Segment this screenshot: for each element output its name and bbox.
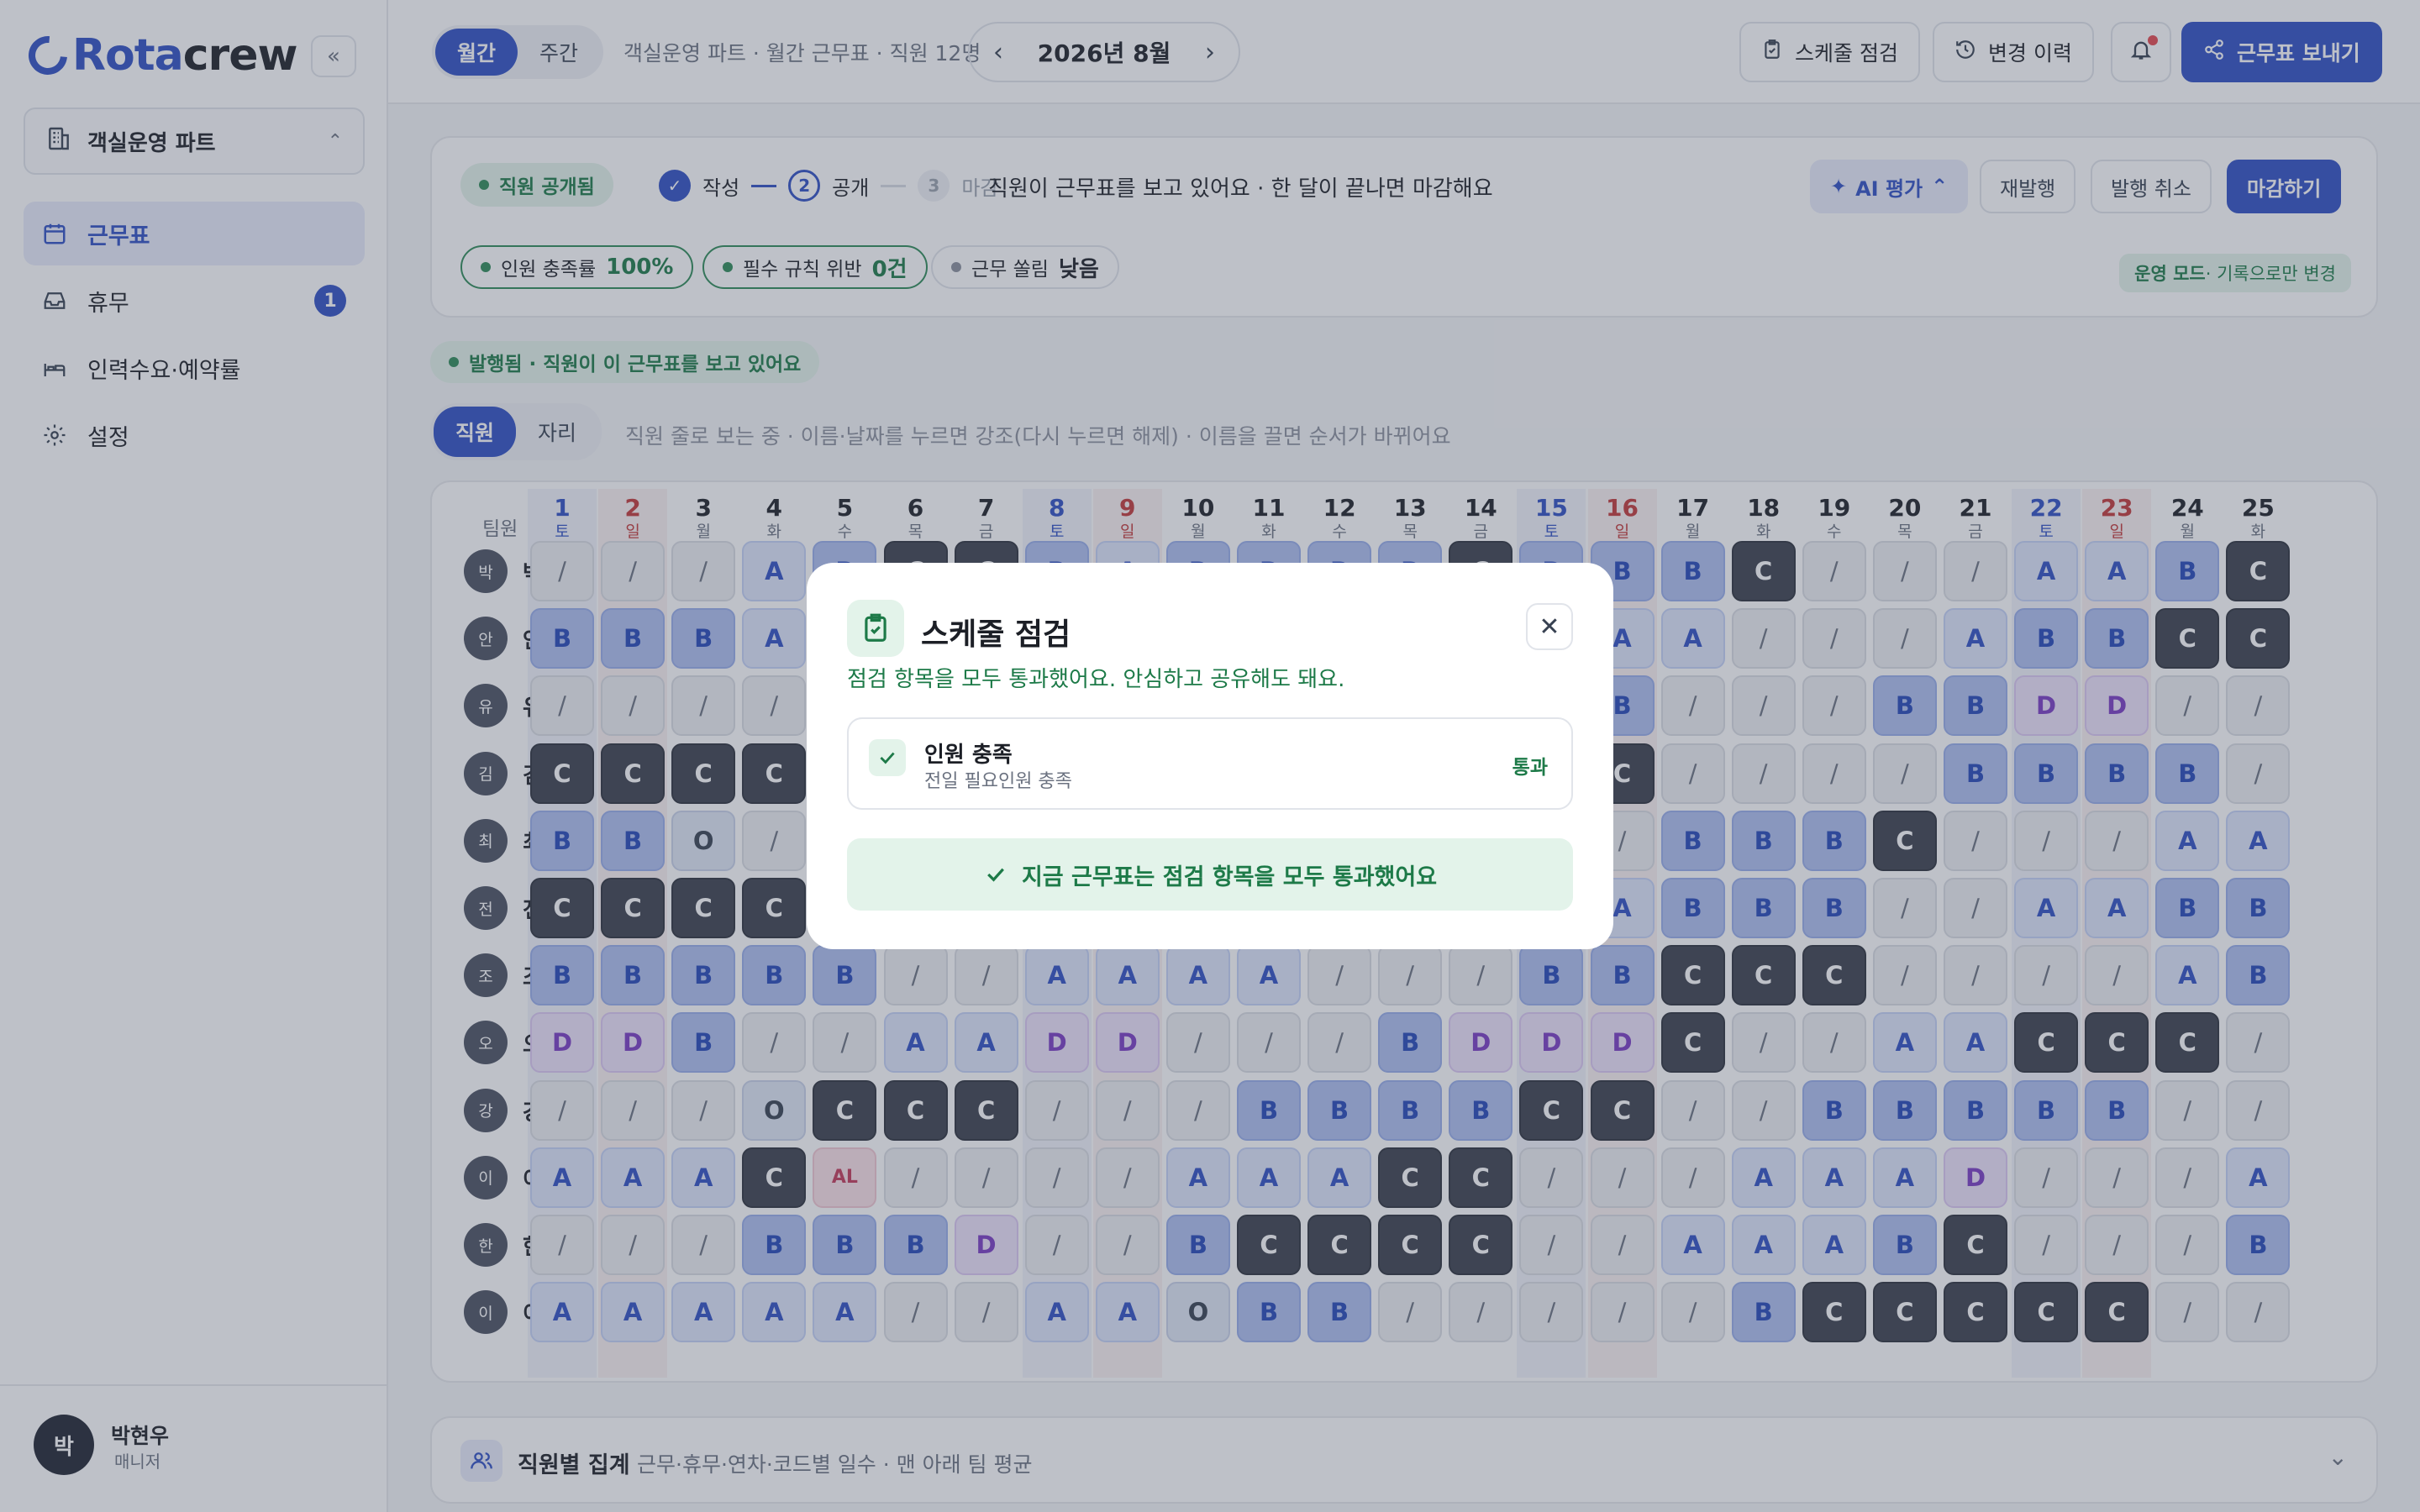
check-item-staffing: 인원 충족 전일 필요인원 충족 통과 bbox=[847, 717, 1573, 810]
check-icon bbox=[987, 868, 1004, 882]
check-item-title: 인원 충족 bbox=[924, 743, 1013, 768]
close-icon: ✕ bbox=[1539, 612, 1560, 642]
check-icon bbox=[869, 739, 906, 776]
close-modal-button[interactable]: ✕ bbox=[1526, 603, 1573, 650]
all-passed-banner: 지금 근무표는 점검 항목을 모두 통과했어요 bbox=[847, 838, 1573, 911]
check-item-status: 통과 bbox=[1512, 757, 1548, 779]
modal-title: 스케줄 점검 bbox=[921, 617, 1071, 652]
check-item-desc: 전일 필요인원 충족 bbox=[924, 771, 1072, 792]
clipboard-check-icon bbox=[847, 600, 904, 657]
schedule-check-modal: 스케줄 점검 ✕ 점검 항목을 모두 통과했어요. 안심하고 공유해도 돼요. … bbox=[807, 563, 1613, 949]
modal-subtitle: 점검 항목을 모두 통과했어요. 안심하고 공유해도 돼요. bbox=[847, 667, 1345, 692]
